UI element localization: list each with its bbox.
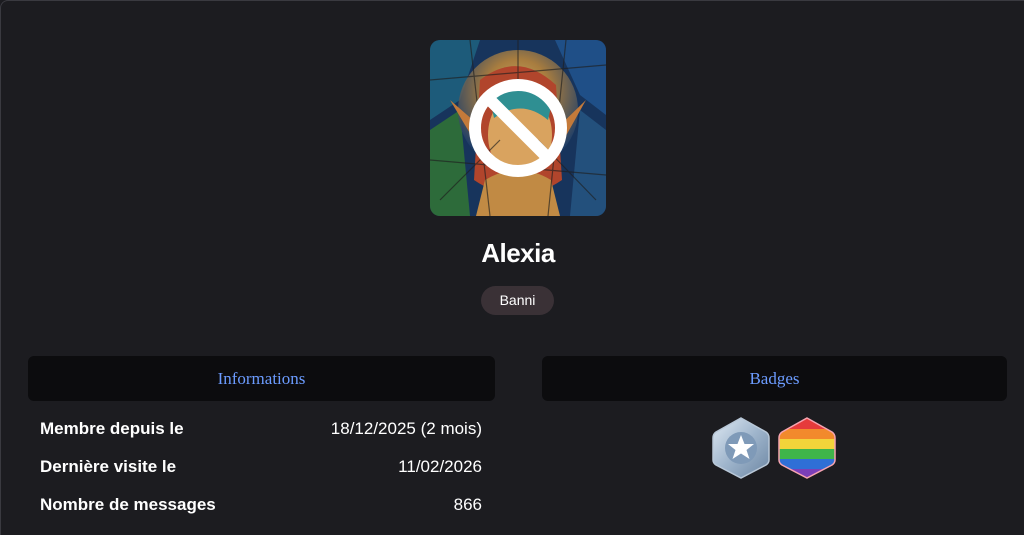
rainbow-badge-icon[interactable]: [777, 416, 837, 480]
username: Alexia: [481, 238, 555, 268]
star-badge-icon[interactable]: [711, 416, 771, 480]
info-value: 11/02/2026: [398, 457, 482, 476]
info-value: 18/12/2025 (2 mois): [330, 419, 482, 438]
informations-header: Informations: [28, 356, 495, 401]
profile-page: Alexia Banni Informations Membre depuis …: [0, 0, 1024, 535]
info-label: Dernière visite le: [40, 457, 177, 476]
info-value: 866: [453, 495, 482, 514]
avatar: [430, 40, 606, 216]
info-label: Nombre de messages: [40, 495, 216, 514]
badges-header: Badges: [542, 356, 1007, 401]
role-badge: Banni: [481, 286, 554, 315]
info-row-last-visit: Dernière visite le 11/02/2026: [40, 455, 482, 479]
info-label: Membre depuis le: [40, 419, 184, 438]
info-row-message-count: Nombre de messages 866: [40, 493, 482, 517]
banned-icon: [469, 79, 567, 177]
info-row-member-since: Membre depuis le 18/12/2025 (2 mois): [40, 417, 482, 441]
